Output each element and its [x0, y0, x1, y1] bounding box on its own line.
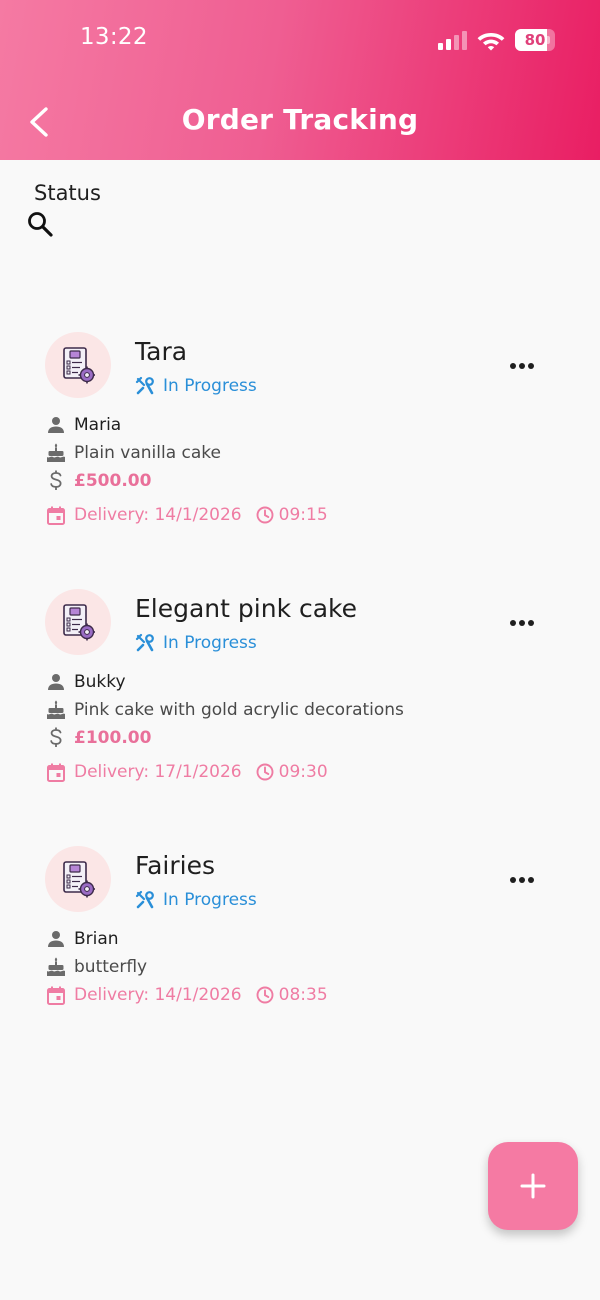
delivery-date: Delivery: 14/1/2026: [74, 985, 242, 1005]
more-options-button[interactable]: [506, 868, 538, 892]
more-options-button[interactable]: [506, 354, 538, 378]
order-avatar: [45, 589, 111, 655]
app-header: 13:22 80 Order Tracking: [0, 0, 600, 160]
tools-icon: [135, 633, 154, 652]
person-icon: [48, 674, 64, 690]
delivery-time: 09:30: [278, 762, 328, 782]
order-price: £100.00: [74, 728, 152, 748]
dollar-icon: [50, 727, 62, 747]
order-description: butterfly: [74, 957, 148, 977]
order-document-icon: [63, 347, 95, 384]
order-title: Tara: [135, 337, 188, 366]
order-price: £500.00: [74, 471, 152, 491]
order-status: In Progress: [135, 376, 257, 396]
more-horizontal-icon: [510, 363, 534, 369]
more-horizontal-icon: [510, 877, 534, 883]
dollar-icon: [50, 470, 62, 490]
description-row: butterfly: [46, 957, 147, 977]
order-avatar: [45, 846, 111, 912]
cake-icon: [47, 443, 65, 462]
plus-icon: [520, 1173, 546, 1199]
customer-name: Bukky: [74, 672, 126, 692]
delivery-time: 09:15: [278, 505, 328, 525]
battery-level: 80: [524, 31, 546, 49]
wifi-icon: [477, 33, 505, 51]
order-description: Plain vanilla cake: [74, 443, 221, 463]
more-horizontal-icon: [510, 620, 534, 626]
person-icon: [48, 417, 64, 433]
order-status: In Progress: [135, 633, 257, 653]
customer-name: Maria: [74, 415, 122, 435]
calendar-icon: [47, 986, 65, 1005]
order-description: Pink cake with gold acrylic decorations: [74, 700, 404, 720]
order-status-label: In Progress: [163, 376, 257, 396]
search-icon[interactable]: [26, 210, 54, 238]
calendar-icon: [47, 763, 65, 782]
customer-row: Brian: [46, 929, 119, 949]
delivery-date: Delivery: 14/1/2026: [74, 505, 242, 525]
person-icon: [48, 931, 64, 947]
clock-icon: [256, 986, 274, 1004]
page-title: Order Tracking: [181, 103, 419, 136]
cake-icon: [47, 957, 65, 976]
delivery-row: Delivery: 14/1/2026 09:15: [46, 505, 328, 525]
order-document-icon: [63, 604, 95, 641]
customer-row: Maria: [46, 415, 121, 435]
order-status-label: In Progress: [163, 633, 257, 653]
delivery-row: Delivery: 14/1/2026 08:35: [46, 985, 328, 1005]
more-options-button[interactable]: [506, 611, 538, 635]
status-filter-label: Status: [34, 181, 101, 205]
delivery-row: Delivery: 17/1/2026 09:30: [46, 762, 328, 782]
add-order-button[interactable]: [488, 1142, 578, 1230]
order-avatar: [45, 332, 111, 398]
price-row: £500.00: [46, 470, 152, 491]
order-status: In Progress: [135, 890, 257, 910]
signal-icon: [438, 30, 467, 50]
order-title: Fairies: [135, 851, 215, 880]
clock-icon: [256, 506, 274, 524]
price-row: £100.00: [46, 727, 152, 748]
cake-icon: [47, 700, 65, 719]
clock-icon: [256, 763, 274, 781]
calendar-icon: [47, 506, 65, 525]
delivery-date: Delivery: 17/1/2026: [74, 762, 242, 782]
order-title: Elegant pink cake: [135, 594, 358, 623]
delivery-time: 08:35: [278, 985, 328, 1005]
status-icons: 80: [438, 28, 555, 52]
description-row: Plain vanilla cake: [46, 443, 221, 463]
battery-icon: 80: [515, 29, 555, 51]
tools-icon: [135, 376, 154, 395]
order-document-icon: [63, 861, 95, 898]
customer-row: Bukky: [46, 672, 126, 692]
description-row: Pink cake with gold acrylic decorations: [46, 700, 404, 720]
status-bar: 13:22 80: [0, 0, 600, 80]
tools-icon: [135, 890, 154, 909]
customer-name: Brian: [74, 929, 119, 949]
status-time: 13:22: [80, 24, 148, 50]
order-status-label: In Progress: [163, 890, 257, 910]
